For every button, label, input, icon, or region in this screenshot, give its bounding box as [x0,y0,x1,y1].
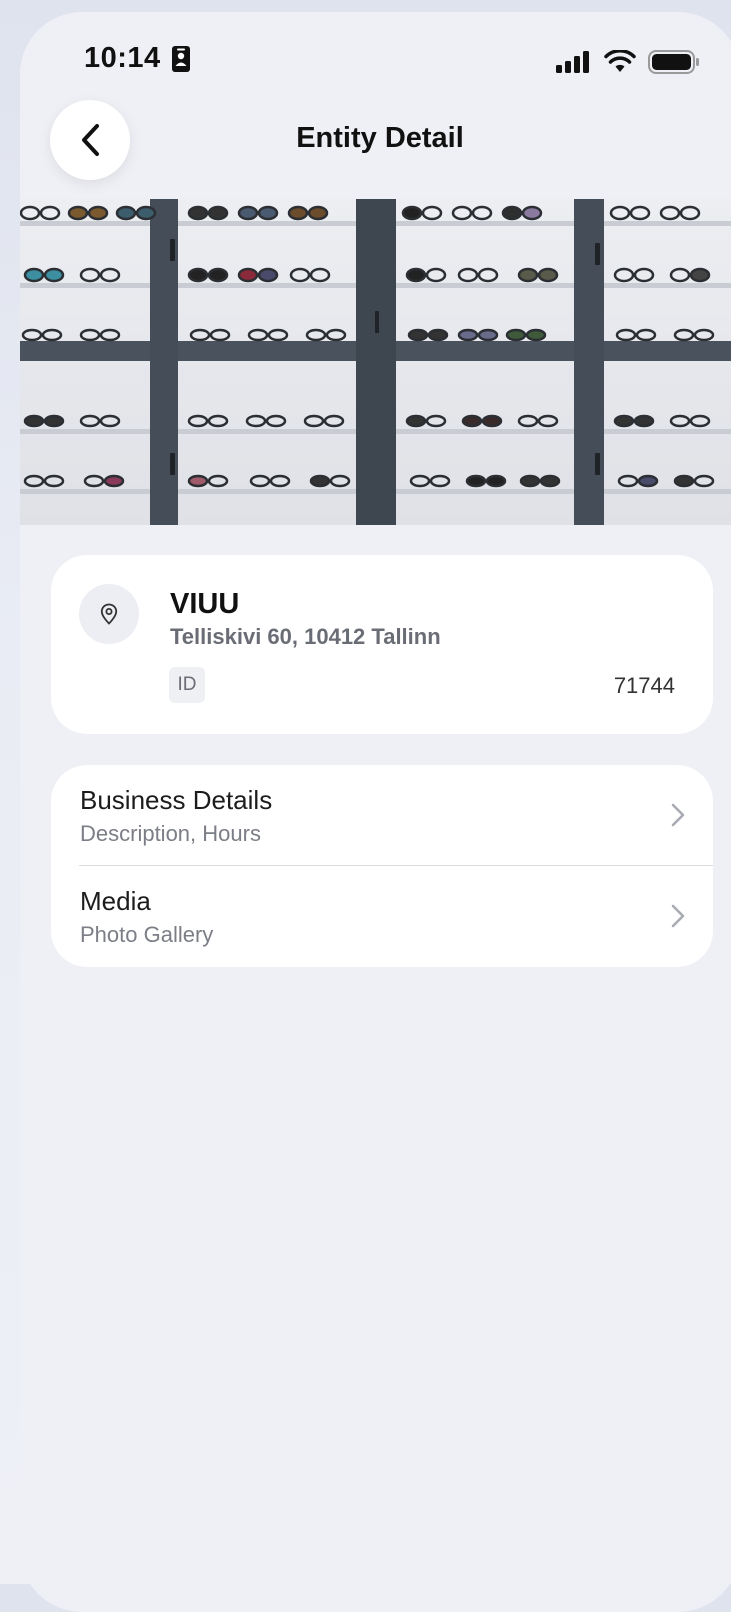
row-subtitle: Photo Gallery [80,922,214,947]
wifi-icon [604,50,636,72]
row-title: Media [80,886,151,916]
row-title: Business Details [80,785,273,815]
signal-icon [556,51,589,73]
menu-card: Business Details Description, Hours Medi… [51,765,713,967]
id-badge: ID [169,667,205,703]
status-icons [556,50,700,74]
phone-screen: 10:14 Entity Detail VIUU Telliskivi 60, … [20,12,731,1612]
battery-icon [648,50,699,74]
status-time: 10:14 [84,42,161,74]
navigation-bar: Entity Detail [20,98,731,184]
media-row[interactable]: Media Photo Gallery [51,866,713,966]
location-pin-badge [79,584,139,644]
id-value: 71744 [613,673,675,698]
entity-address: Telliskivi 60, 10412 Tallinn [170,624,441,649]
chevron-right-icon [671,803,685,827]
entity-name: VIUU [170,588,240,620]
status-bar: 10:14 [20,12,731,92]
row-subtitle: Description, Hours [80,821,261,846]
location-pin-icon [100,603,118,625]
id-card-icon [172,46,190,72]
eyeglasses-display-photo [20,199,731,525]
hero-image [20,199,731,525]
page-title: Entity Detail [296,122,464,154]
entity-card: VIUU Telliskivi 60, 10412 Tallinn ID 717… [51,555,713,734]
business-details-row[interactable]: Business Details Description, Hours [51,765,713,866]
chevron-right-icon [671,904,685,928]
